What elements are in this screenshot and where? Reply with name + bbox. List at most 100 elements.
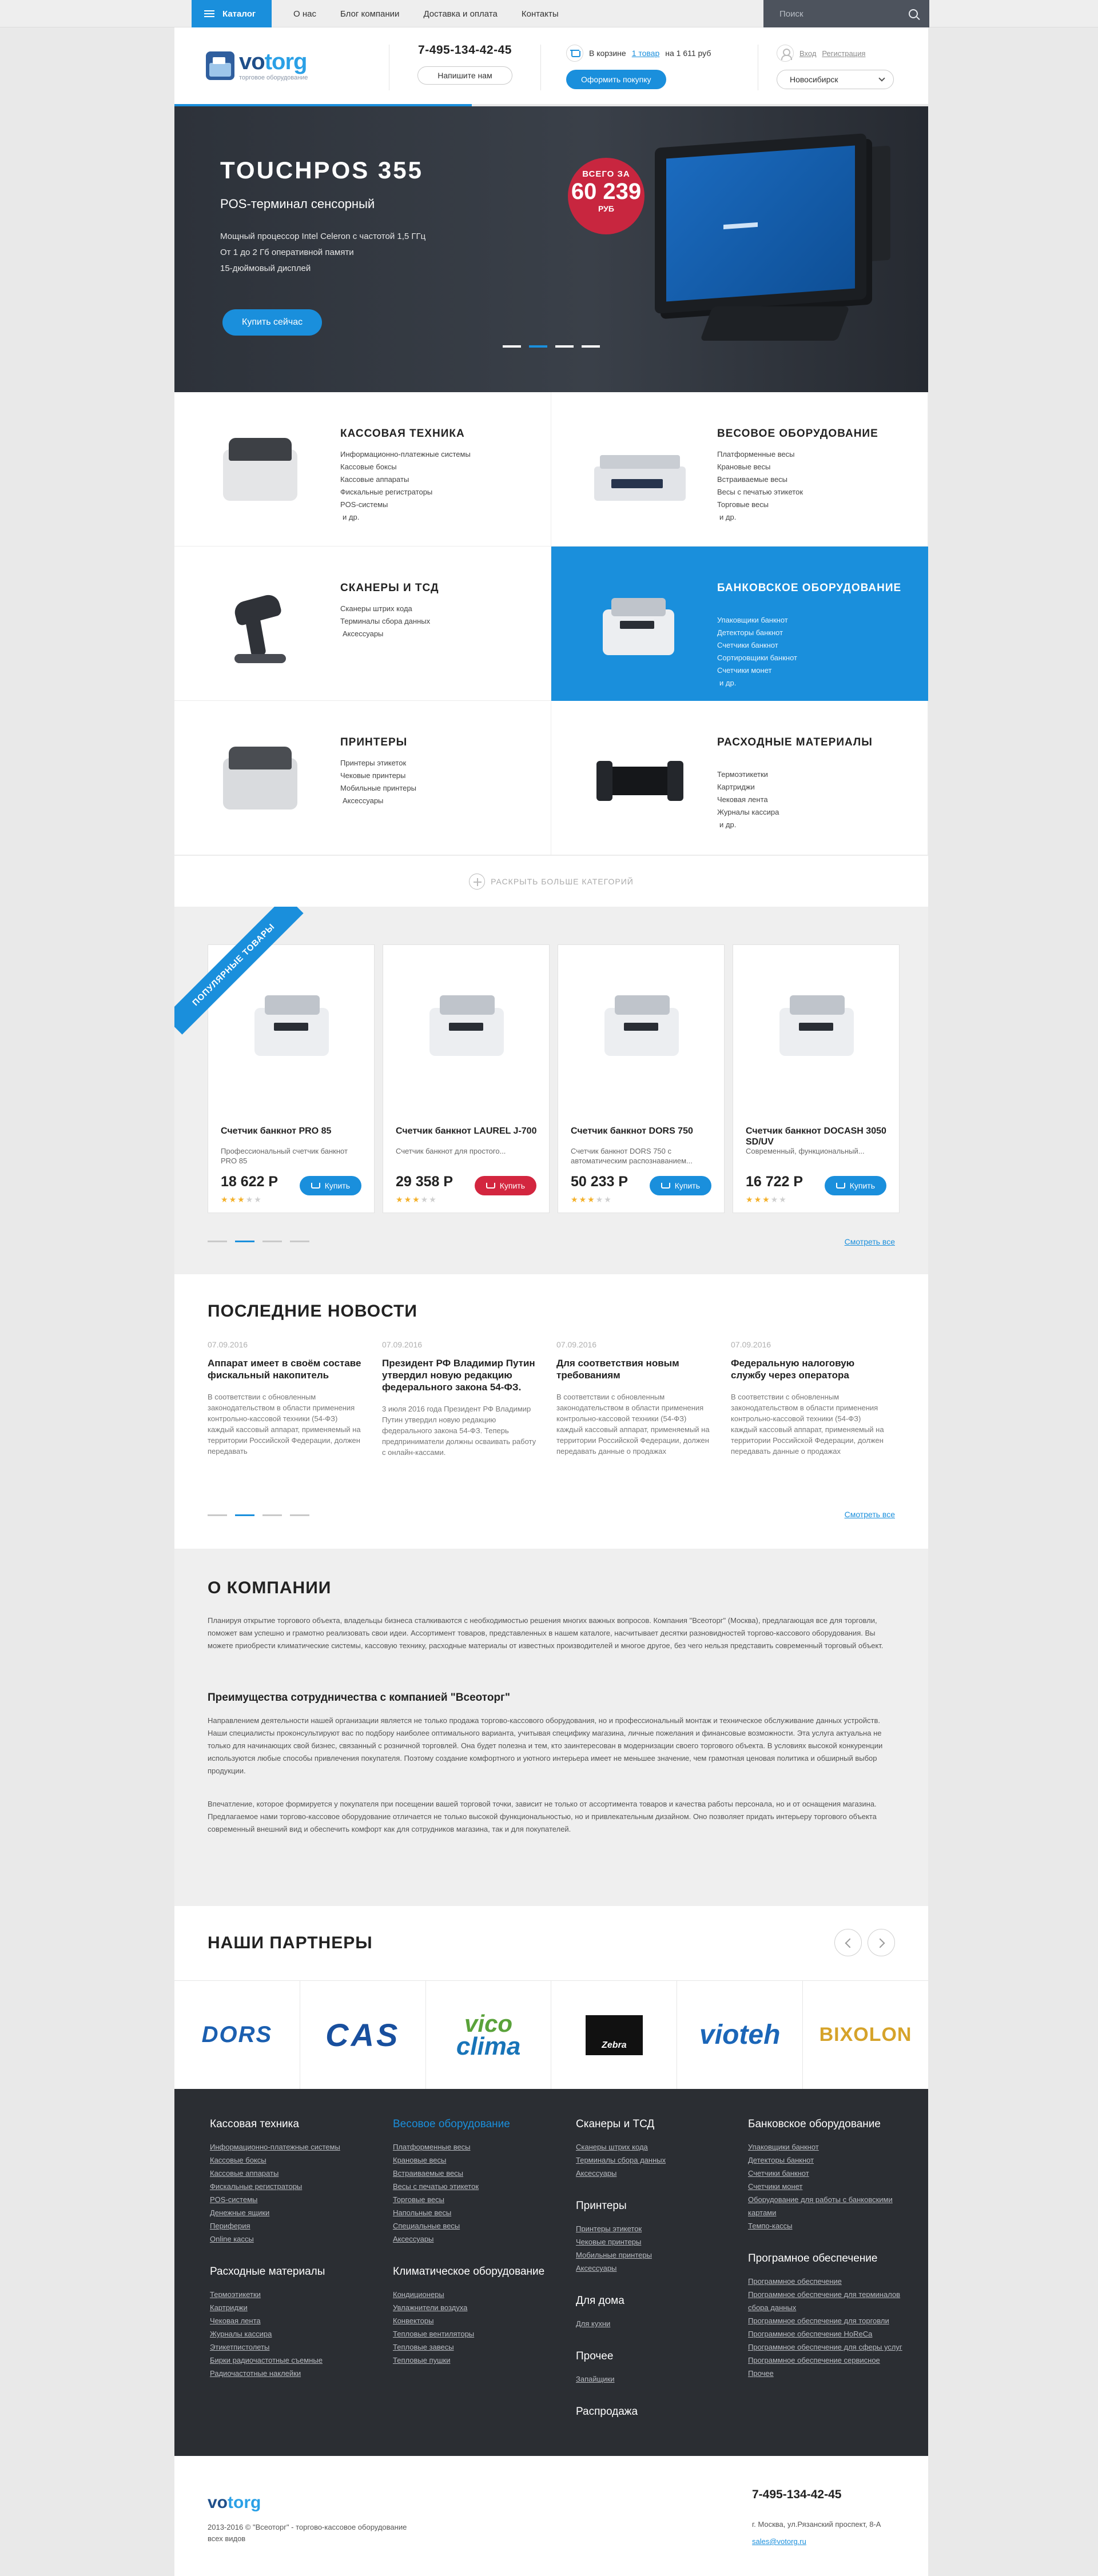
category-printers[interactable]: Принтеры Принтеры этикеток Чековые принт… [174, 701, 551, 855]
category-link[interactable]: и др. [717, 819, 779, 831]
category-link[interactable]: Картриджи [717, 781, 779, 793]
buy-button[interactable]: Купить [474, 1176, 536, 1195]
footer-link[interactable]: Крановые весы [393, 2154, 564, 2167]
footer-link[interactable]: Терминалы сбора данных [576, 2154, 747, 2167]
slider-dot[interactable] [555, 345, 574, 348]
footer-link[interactable]: Платформенные весы [393, 2140, 564, 2154]
register-link[interactable]: Регистрация [822, 49, 865, 58]
nav-blog[interactable]: Блог компании [340, 9, 399, 19]
footer-group-title[interactable]: Програмное обеспечение [748, 2252, 920, 2266]
slider-dot[interactable] [503, 345, 521, 348]
slider-dot[interactable] [582, 345, 600, 348]
nav-contacts[interactable]: Контакты [522, 9, 559, 19]
footer-link[interactable]: Информационно-платежные системы [210, 2140, 381, 2154]
category-link[interactable]: и др. [717, 677, 797, 689]
carousel-dot[interactable] [208, 1514, 227, 1516]
footer-link[interactable]: Online кассы [210, 2232, 381, 2246]
footer-link[interactable]: Весы с печатью этикеток [393, 2180, 564, 2193]
footer-group-title[interactable]: Для дома [576, 2294, 747, 2308]
footer-phone[interactable]: 7-495-134-42-45 [752, 2488, 841, 2502]
footer-link[interactable]: Конвекторы [393, 2314, 564, 2327]
product-name[interactable]: Счетчик банкнот DORS 750 [571, 1126, 714, 1137]
footer-group-title[interactable]: Кассовая техника [210, 2118, 381, 2131]
see-all-products-link[interactable]: Смотреть все [845, 1237, 895, 1246]
checkout-button[interactable]: Оформить покупку [566, 70, 666, 89]
category-link[interactable]: Кассовые боксы [340, 461, 471, 473]
footer-link[interactable]: POS-системы [210, 2193, 381, 2206]
buy-button[interactable]: Купить [649, 1176, 711, 1195]
footer-group-title[interactable]: Распродажа [576, 2405, 747, 2419]
cart-icon[interactable] [566, 45, 583, 62]
footer-link[interactable]: Программное обеспечение для торговли [748, 2314, 920, 2327]
footer-group-title[interactable]: Принтеры [576, 2199, 747, 2213]
footer-group-title[interactable]: Расходные материалы [210, 2265, 381, 2279]
footer-link[interactable]: Термоэтикетки [210, 2288, 381, 2301]
category-link[interactable]: Весы с печатью этикеток [717, 486, 803, 499]
buy-now-button[interactable]: Купить сейчас [222, 309, 323, 336]
news-item[interactable]: 07.09.2016 Аппарат имеет в своём составе … [208, 1340, 362, 1458]
header-phone[interactable]: 7-495-134-42-45 [405, 43, 525, 57]
nav-delivery[interactable]: Доставка и оплата [423, 9, 497, 19]
product-card[interactable]: Счетчик банкнот PRO 85 Профессиональный с… [208, 944, 375, 1213]
footer-link[interactable]: Чековая лента [210, 2314, 381, 2327]
partner-vico[interactable]: vico clima [426, 1981, 552, 2089]
partner-vioteh[interactable]: vioteh [677, 1981, 803, 2089]
cart-count-link[interactable]: 1 товар [632, 49, 660, 58]
news-headline[interactable]: Аппарат имеет в своём составе фискальный… [208, 1357, 362, 1381]
footer-link[interactable]: Счетчики банкнот [748, 2167, 920, 2180]
category-link[interactable]: Термоэтикетки [717, 768, 779, 781]
category-link[interactable]: Журналы кассира [717, 806, 779, 819]
partner-dors[interactable]: DORS [174, 1981, 300, 2089]
footer-link[interactable]: Оборудование для работы с банковскими ка… [748, 2193, 920, 2219]
footer-link[interactable]: Сканеры штрих кода [576, 2140, 747, 2154]
news-item[interactable]: 07.09.2016 Для соответствия новым требова… [556, 1340, 711, 1458]
footer-link[interactable]: Фискальные регистраторы [210, 2180, 381, 2193]
category-link[interactable]: Аксессуары [340, 628, 430, 640]
search-input[interactable] [779, 9, 909, 19]
nav-about[interactable]: О нас [293, 9, 316, 19]
footer-link[interactable]: Аксессуары [576, 2262, 747, 2275]
footer-link[interactable]: Программное обеспечение для сферы услуг [748, 2340, 920, 2354]
slider-dot[interactable] [529, 345, 547, 348]
category-link[interactable]: и др. [717, 511, 803, 524]
category-link[interactable]: Платформенные весы [717, 448, 803, 461]
category-link[interactable]: Аксессуары [340, 795, 416, 807]
category-link[interactable]: POS-системы [340, 499, 471, 511]
news-headline[interactable]: Для соответствия новым требованиям [556, 1357, 711, 1381]
city-select[interactable]: Новосибирск [777, 70, 894, 89]
footer-link[interactable]: Тепловые пушки [393, 2354, 564, 2367]
footer-link[interactable]: Журналы кассира [210, 2327, 381, 2340]
category-link[interactable]: Упаковщики банкнот [717, 614, 797, 627]
footer-link[interactable]: Бирки радиочастотные съемные [210, 2354, 381, 2367]
carousel-dot[interactable] [235, 1241, 254, 1242]
footer-link[interactable]: Чековые принтеры [576, 2235, 747, 2248]
footer-link[interactable]: Увлажнители воздуха [393, 2301, 564, 2314]
footer-link[interactable]: Периферия [210, 2219, 381, 2232]
news-item[interactable]: 07.09.2016 Президент РФ Владимир Путин ут… [382, 1340, 536, 1458]
footer-link[interactable]: Тепловые завесы [393, 2340, 564, 2354]
footer-link[interactable]: Кассовые аппараты [210, 2167, 381, 2180]
footer-link[interactable]: Принтеры этикеток [576, 2222, 747, 2235]
category-link[interactable]: Мобильные принтеры [340, 782, 416, 795]
footer-link[interactable]: Для кухни [576, 2317, 747, 2330]
carousel-dot[interactable] [262, 1514, 282, 1516]
footer-link[interactable]: Детекторы банкнот [748, 2154, 920, 2167]
footer-link[interactable]: Аксессуары [576, 2167, 747, 2180]
category-link[interactable]: и др. [340, 511, 471, 524]
news-headline[interactable]: Президент РФ Владимир Путин утвердил нов… [382, 1357, 536, 1393]
carousel-dot[interactable] [262, 1241, 282, 1242]
carousel-dot[interactable] [290, 1241, 309, 1242]
footer-group-title[interactable]: Весовое оборудование [393, 2118, 564, 2131]
footer-link[interactable]: Мобильные принтеры [576, 2248, 747, 2262]
partner-cas[interactable]: CAS [300, 1981, 426, 2089]
product-name[interactable]: Счетчик банкнот DOCASH 3050 SD/UV [746, 1126, 889, 1147]
product-card[interactable]: Счетчик банкнот DOCASH 3050 SD/UV Совреме… [733, 944, 900, 1213]
footer-link[interactable]: Программное обеспечение HoReCa [748, 2327, 920, 2340]
news-item[interactable]: 07.09.2016 Федеральную налоговую службу ч… [731, 1340, 885, 1458]
footer-link[interactable]: Аксессуары [393, 2232, 564, 2246]
category-link[interactable]: Чековые принтеры [340, 769, 416, 782]
footer-link[interactable]: Кассовые боксы [210, 2154, 381, 2167]
login-link[interactable]: Вход [799, 49, 816, 58]
category-scales[interactable]: Весовое оборудование Платформенные весы … [551, 392, 928, 547]
category-link[interactable]: Чековая лента [717, 793, 779, 806]
